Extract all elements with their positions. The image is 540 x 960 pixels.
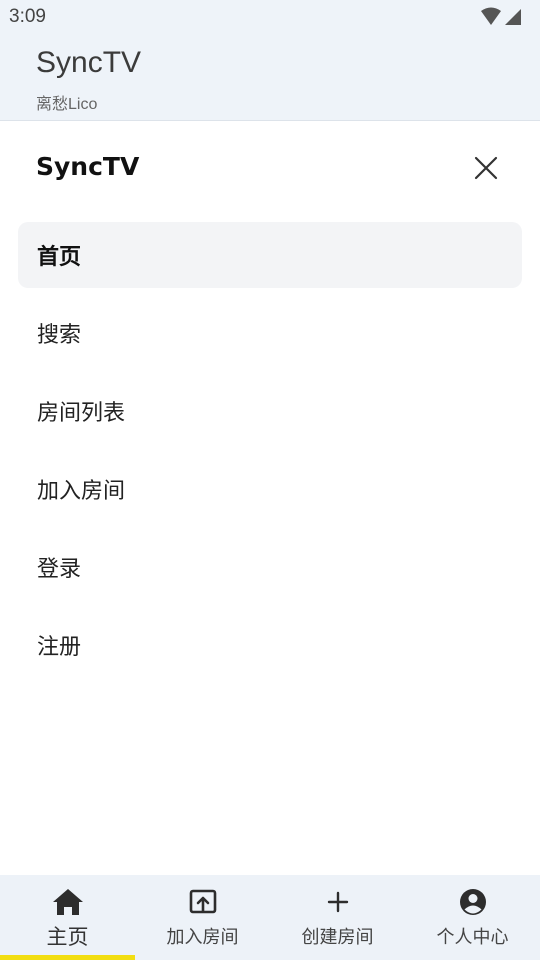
drawer-nav: 首页 搜索 房间列表 加入房间 登录 注册 bbox=[0, 222, 540, 690]
active-tab-indicator bbox=[0, 955, 135, 960]
tab-home[interactable]: 主页 bbox=[0, 875, 135, 960]
status-time: 3:09 bbox=[9, 6, 46, 27]
nav-item-label: 房间列表 bbox=[37, 401, 126, 426]
tab-label: 主页 bbox=[46, 925, 89, 949]
plus-icon bbox=[322, 886, 354, 918]
tab-join-room[interactable]: 加入房间 bbox=[135, 875, 270, 960]
nav-item-search[interactable]: 搜索 bbox=[18, 300, 522, 366]
nav-item-room-list[interactable]: 房间列表 bbox=[18, 378, 522, 444]
drawer-title: SyncTV bbox=[36, 152, 140, 181]
tab-label: 个人中心 bbox=[436, 927, 509, 948]
status-icons bbox=[480, 7, 522, 27]
close-button[interactable] bbox=[468, 150, 504, 186]
tab-profile[interactable]: 个人中心 bbox=[405, 875, 540, 960]
app-subtitle: 离愁Lico bbox=[36, 96, 98, 113]
nav-item-label: 搜索 bbox=[37, 323, 82, 348]
nav-item-home[interactable]: 首页 bbox=[18, 222, 522, 288]
account-icon bbox=[457, 886, 489, 918]
app-title: SyncTV bbox=[36, 46, 142, 79]
close-icon bbox=[474, 156, 498, 180]
nav-item-label: 注册 bbox=[37, 635, 82, 660]
drawer-header: SyncTV bbox=[0, 122, 540, 214]
signal-icon bbox=[505, 9, 521, 25]
tab-label: 创建房间 bbox=[301, 927, 374, 948]
nav-item-label: 首页 bbox=[37, 245, 82, 270]
bottom-navigation: 主页 加入房间 创建房间 个人中心 bbox=[0, 875, 540, 960]
nav-item-label: 登录 bbox=[37, 557, 82, 582]
tab-label: 加入房间 bbox=[166, 927, 239, 948]
enter-room-icon bbox=[187, 886, 219, 918]
wifi-icon bbox=[481, 7, 501, 25]
nav-item-label: 加入房间 bbox=[37, 479, 126, 504]
home-icon bbox=[52, 886, 84, 918]
tab-create-room[interactable]: 创建房间 bbox=[270, 875, 405, 960]
nav-item-login[interactable]: 登录 bbox=[18, 534, 522, 600]
top-app-bar: 3:09 SyncTV 离愁Lico bbox=[0, 0, 540, 121]
nav-item-join-room[interactable]: 加入房间 bbox=[18, 456, 522, 522]
nav-item-register[interactable]: 注册 bbox=[18, 612, 522, 678]
